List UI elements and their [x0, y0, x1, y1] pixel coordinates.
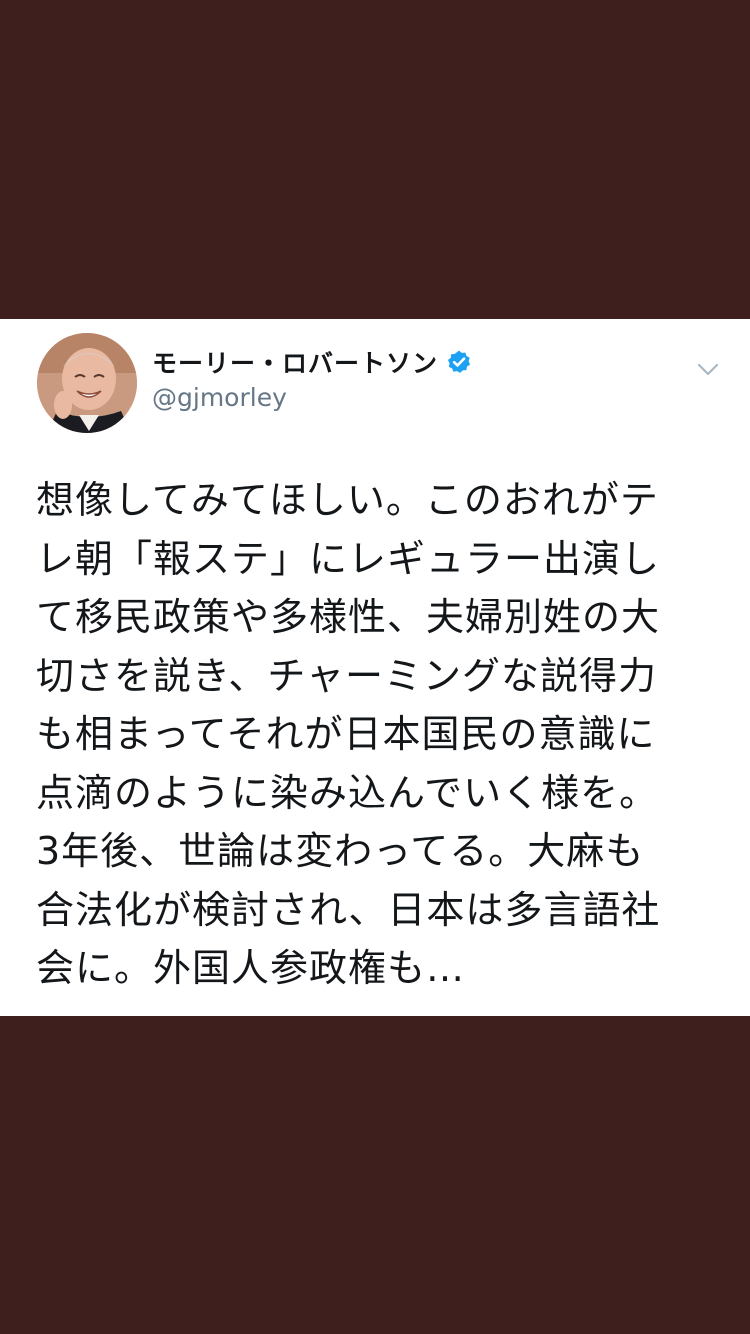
tweet-text: 想像してみてほしい。このおれがテ レ朝「報ステ」にレギュラー出演し て移民政策や… [36, 471, 726, 998]
author-name-text[interactable]: モーリー・ロバートソン [152, 344, 438, 380]
tweet-text-line: て移民政策や多様性、夫婦別姓の大 [36, 595, 661, 639]
tweet-text-line: 3年後、世論は変わってる。大麻も [36, 829, 645, 873]
author-display-name[interactable]: モーリー・ロバートソン [152, 345, 472, 379]
tweet-text-line: 点滴のように染み込んでいく様を。 [36, 770, 659, 815]
tweet-card: モーリー・ロバートソン @gjmorley 想像してみてほしい。このおれがテ レ… [0, 319, 750, 1016]
tweet-text-line: レ朝「報ステ」にレギュラー出演し [36, 536, 661, 581]
tweet-text-line: 会に。外国人参政権も… [36, 946, 466, 990]
screenshot-page: モーリー・ロバートソン @gjmorley 想像してみてほしい。このおれがテ レ… [0, 0, 750, 1334]
tweet-text-line: 合法化が検討され、日本は多言語社 [36, 887, 661, 932]
profile-photo-icon[interactable] [37, 333, 137, 433]
tweet-text-line: 想像してみてほしい。このおれがテ [36, 478, 659, 522]
chevron-down-icon[interactable] [692, 353, 724, 385]
tweet-text-line: 切さを説き、チャーミングな説得力 [36, 653, 657, 698]
verified-badge-icon [446, 349, 472, 375]
author-handle[interactable]: @gjmorley [152, 383, 287, 412]
tweet-text-line: も相まってそれが日本国民の意識に [36, 712, 656, 756]
